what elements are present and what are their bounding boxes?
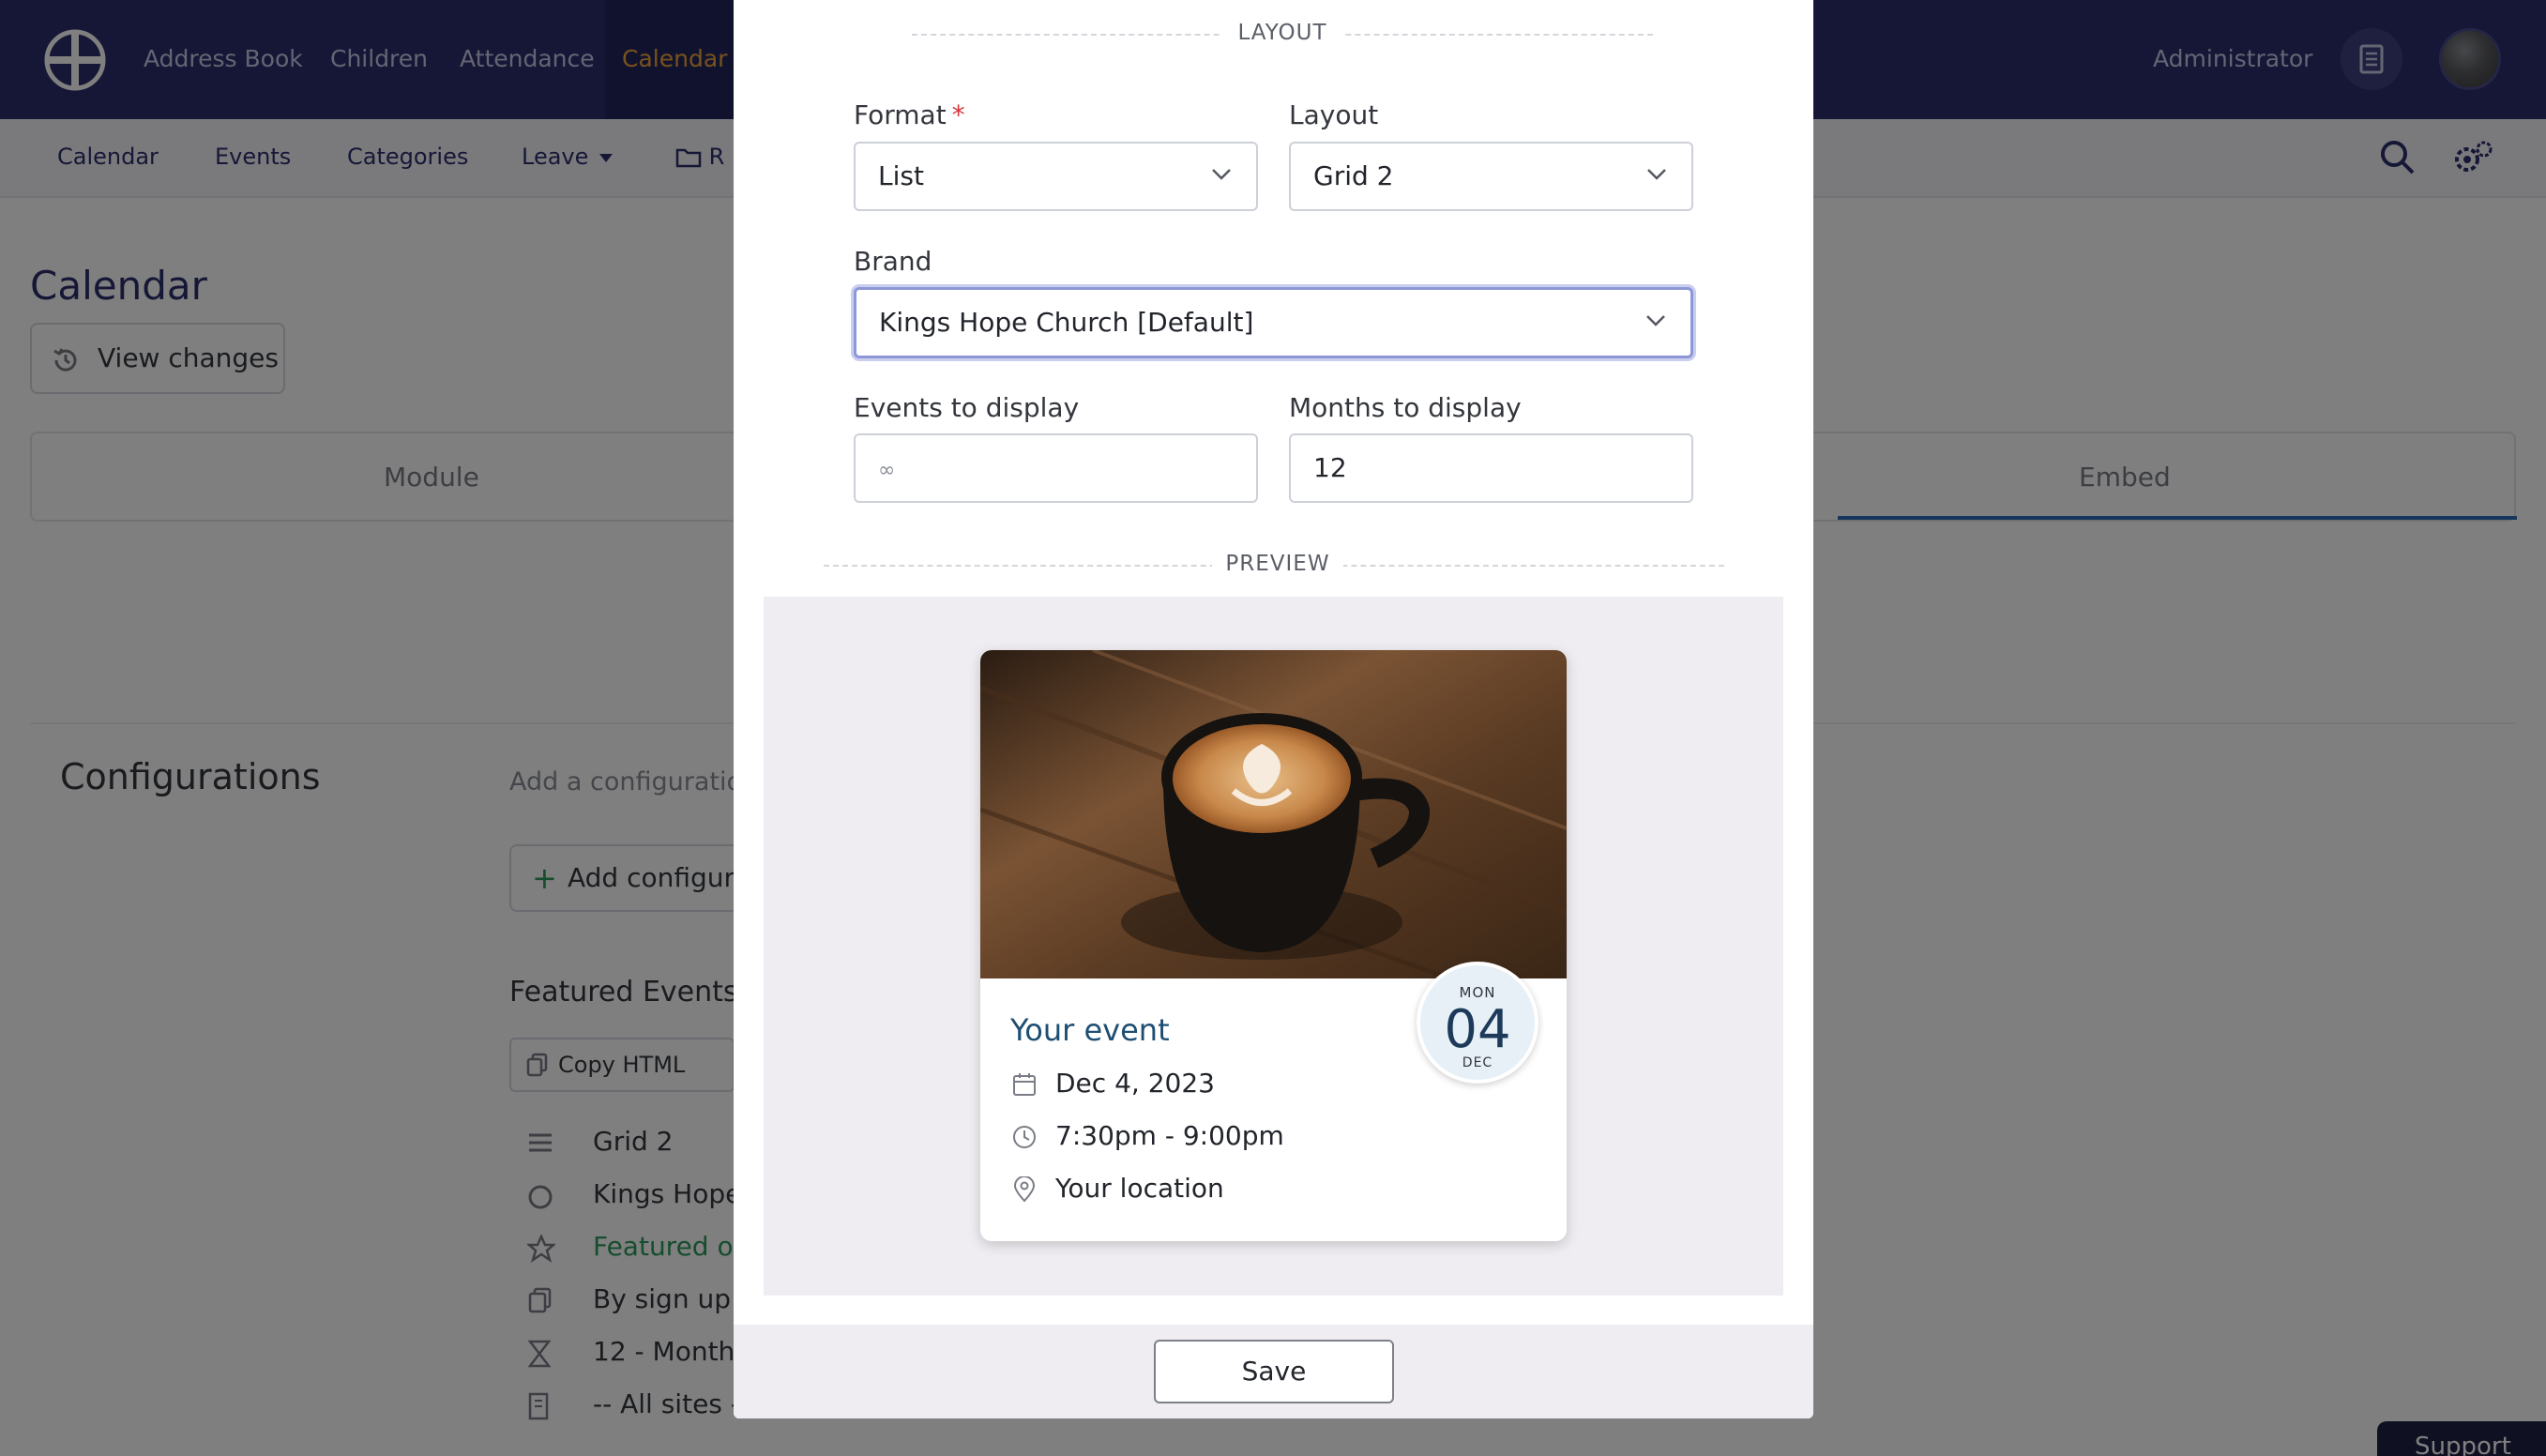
location-pin-icon (1013, 1176, 1036, 1203)
layout-label: Layout (1289, 99, 1379, 130)
modal-footer: Save (734, 1325, 1813, 1418)
chevron-down-icon (1646, 315, 1665, 326)
months-to-display-input[interactable]: 12 (1289, 433, 1693, 503)
layout-value: Grid 2 (1313, 160, 1394, 191)
brand-label: Brand (854, 246, 932, 277)
events-to-display-placeholder: ∞ (878, 459, 896, 482)
save-button[interactable]: Save (1154, 1340, 1394, 1403)
event-card-preview: MON 04 DEC Your event Dec 4, 2023 7:30pm… (980, 650, 1567, 1241)
layout-section-label: LAYOUT (1221, 21, 1343, 45)
format-select[interactable]: List (854, 142, 1258, 211)
brand-select[interactable]: Kings Hope Church [Default] (854, 287, 1693, 358)
events-to-display-input[interactable]: ∞ (854, 433, 1258, 503)
event-date-badge: MON 04 DEC (1417, 962, 1538, 1084)
format-label: Format * (854, 99, 965, 130)
brand-value: Kings Hope Church [Default] (879, 307, 1254, 338)
badge-day-number: 04 (1444, 999, 1511, 1060)
event-date: Dec 4, 2023 (1055, 1068, 1215, 1099)
clock-icon (1013, 1126, 1036, 1148)
event-title[interactable]: Your event (1010, 1012, 1170, 1048)
coffee-cup-image (980, 650, 1567, 978)
calendar-icon (1013, 1073, 1036, 1096)
events-to-display-label: Events to display (854, 392, 1080, 423)
preview-section-label: PREVIEW (1212, 552, 1343, 576)
chevron-down-icon (1647, 169, 1666, 180)
months-to-display-value: 12 (1313, 452, 1347, 483)
format-value: List (878, 160, 924, 191)
event-location: Your location (1055, 1173, 1224, 1204)
format-label-text: Format (854, 99, 947, 130)
badge-month: DEC (1462, 1055, 1493, 1070)
required-mark: * (951, 99, 965, 130)
event-time: 7:30pm - 9:00pm (1055, 1120, 1284, 1151)
preview-area: MON 04 DEC Your event Dec 4, 2023 7:30pm… (764, 597, 1783, 1296)
layout-select[interactable]: Grid 2 (1289, 142, 1693, 211)
calendar-embed-modal: LAYOUT Format * List Layout Grid 2 Brand … (734, 0, 1813, 1418)
months-to-display-label: Months to display (1289, 392, 1522, 423)
chevron-down-icon (1212, 169, 1231, 180)
